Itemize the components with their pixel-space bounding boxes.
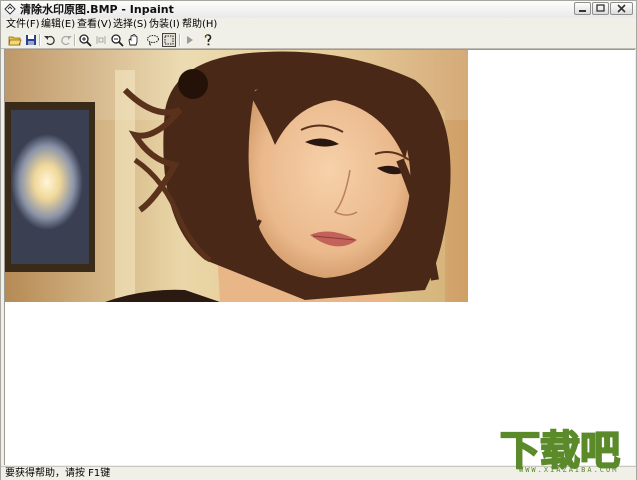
watermark-site: WWW.XIAZAIBA.COM bbox=[519, 466, 619, 474]
undo-button[interactable] bbox=[43, 33, 57, 47]
zoom-out-button[interactable] bbox=[110, 33, 124, 47]
pan-button[interactable] bbox=[126, 33, 140, 47]
window-title: 清除水印原图.BMP - Inpaint bbox=[20, 3, 174, 16]
run-icon bbox=[187, 36, 193, 44]
app-icon bbox=[4, 3, 16, 15]
menu-edit[interactable]: 编辑(E) bbox=[41, 18, 75, 32]
open-button[interactable] bbox=[8, 33, 22, 47]
zoom-in-icon bbox=[79, 34, 92, 47]
menu-select[interactable]: 选择(S) bbox=[113, 18, 147, 32]
menu-bar: 文件(F) 编辑(E) 查看(V) 选择(S) 伪装(I) 帮助(H) bbox=[1, 18, 636, 33]
menu-file[interactable]: 文件(F) bbox=[6, 18, 40, 32]
minimize-icon bbox=[579, 10, 586, 12]
lasso-button[interactable] bbox=[146, 33, 160, 47]
maximize-icon bbox=[596, 4, 605, 12]
rect-select-icon bbox=[164, 35, 174, 45]
help-icon bbox=[204, 34, 212, 46]
menu-view[interactable]: 查看(V) bbox=[77, 18, 112, 32]
help-button[interactable] bbox=[201, 33, 215, 47]
toolbar-separator bbox=[74, 34, 76, 46]
save-icon bbox=[26, 35, 36, 45]
maximize-button[interactable] bbox=[592, 2, 609, 15]
image-canvas[interactable] bbox=[4, 49, 635, 465]
redo-button[interactable] bbox=[59, 33, 73, 47]
rect-select-button[interactable] bbox=[162, 33, 176, 47]
app-window: 清除水印原图.BMP - Inpaint 文件(F) 编辑(E) 查看(V) 选… bbox=[0, 0, 637, 480]
toolbar-separator bbox=[39, 34, 41, 46]
title-bar[interactable]: 清除水印原图.BMP - Inpaint bbox=[1, 1, 636, 19]
menu-disguise[interactable]: 伪装(I) bbox=[149, 18, 180, 32]
save-button[interactable] bbox=[24, 33, 38, 47]
zoom-out-icon bbox=[111, 34, 124, 47]
zoom-in-button[interactable] bbox=[78, 33, 92, 47]
toolbar bbox=[1, 32, 636, 49]
undo-icon bbox=[44, 35, 55, 46]
portrait-photo[interactable] bbox=[5, 50, 468, 302]
hand-pan-icon bbox=[128, 33, 138, 46]
fit-icon bbox=[96, 36, 106, 44]
fit-button[interactable] bbox=[94, 33, 108, 47]
lasso-icon bbox=[147, 35, 159, 46]
minimize-button[interactable] bbox=[574, 2, 591, 15]
open-folder-icon bbox=[8, 36, 22, 46]
run-button[interactable] bbox=[183, 33, 197, 47]
redo-icon bbox=[61, 35, 72, 46]
close-icon bbox=[617, 4, 626, 13]
close-button[interactable] bbox=[610, 2, 633, 15]
status-text: 要获得帮助，请按 F1键 bbox=[5, 468, 111, 479]
menu-help[interactable]: 帮助(H) bbox=[182, 18, 217, 32]
toolbar-separator bbox=[179, 34, 181, 46]
